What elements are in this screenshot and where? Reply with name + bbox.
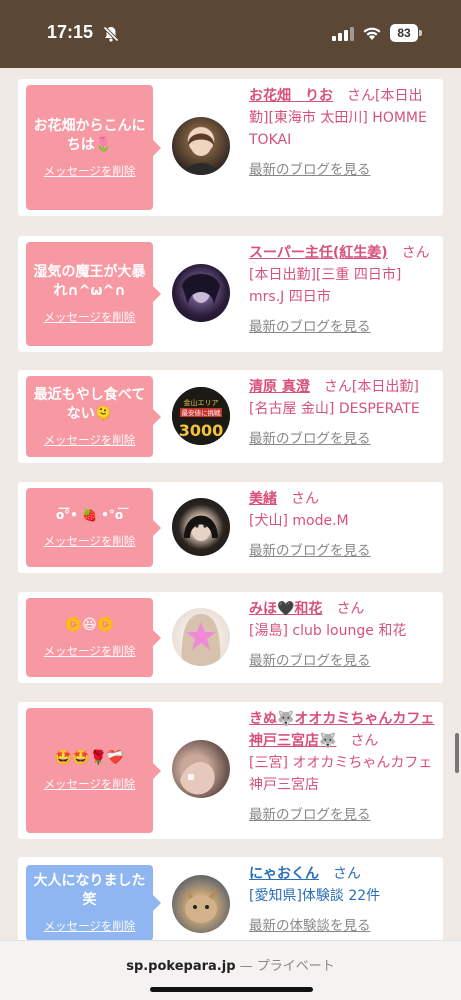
message-bubble: 湿気の魔王が大暴れ∩^ω^∩ メッセージを削除 bbox=[26, 242, 161, 346]
honorific: さん bbox=[336, 601, 365, 617]
home-indicator[interactable] bbox=[150, 987, 313, 992]
url-separator: — bbox=[235, 959, 257, 974]
delete-message-link[interactable]: メッセージを削除 bbox=[44, 776, 136, 792]
wifi-icon bbox=[363, 27, 381, 40]
girl-detail: [湯島] club lounge 和花 bbox=[249, 623, 407, 639]
avatar[interactable]: 金山エリア 最安値に挑戦 3000 bbox=[172, 387, 230, 445]
message-bubble: 🌼😆🌼 メッセージを削除 bbox=[26, 598, 161, 677]
avatar[interactable] bbox=[172, 498, 230, 556]
battery-icon: 83 bbox=[390, 24, 422, 42]
delete-message-link[interactable]: メッセージを削除 bbox=[44, 309, 136, 325]
girl-info: きぬ🐺オオカミちゃんカフェ神戸三宮店🐺 さん [三宮] オオカミちゃんカフェ神戸三… bbox=[249, 708, 435, 826]
girl-name-link[interactable]: スーパー主任(紅生姜) bbox=[249, 245, 388, 261]
svg-text:金山エリア: 金山エリア bbox=[184, 398, 219, 407]
delete-message-link[interactable]: メッセージを削除 bbox=[44, 643, 136, 659]
review-link[interactable]: 最新の体験談を見る bbox=[249, 915, 435, 937]
delete-message-link[interactable]: メッセージを削除 bbox=[44, 533, 136, 549]
girl-info: スーパー主任(紅生姜) さん [本日出勤][三重 四日市] mrs.J 四日市 最… bbox=[249, 242, 435, 338]
blog-link[interactable]: 最新のブログを見る bbox=[249, 804, 435, 826]
message-card: お花畑からこんにちは🌷 メッセージを削除 お花畑 りお さん[本日出勤][東海市… bbox=[18, 79, 443, 216]
message-card: o͞͞°• 🍓 •°o͞ メッセージを削除 美緒 さん [犬山] mode.M 最… bbox=[18, 482, 443, 573]
honorific: さん bbox=[291, 491, 319, 507]
message-text: 大人になりました笑 bbox=[33, 873, 146, 908]
user-detail: [愛知県]体験談 22件 bbox=[249, 888, 381, 904]
signal-icon bbox=[332, 27, 354, 41]
avatar[interactable] bbox=[172, 264, 230, 322]
blog-link[interactable]: 最新のブログを見る bbox=[249, 159, 435, 181]
avatar[interactable] bbox=[172, 875, 230, 933]
svg-text:3000: 3000 bbox=[179, 421, 224, 440]
delete-message-link[interactable]: メッセージを削除 bbox=[44, 918, 136, 934]
honorific: さん bbox=[401, 245, 430, 261]
message-bubble: 大人になりました笑 メッセージを削除 bbox=[26, 865, 161, 940]
avatar[interactable] bbox=[172, 117, 230, 175]
message-list[interactable]: お花畑からこんにちは🌷 メッセージを削除 お花畑 りお さん[本日出勤][東海市… bbox=[0, 68, 461, 940]
girl-name-link[interactable]: みほ🖤和花 bbox=[249, 601, 322, 617]
blog-link[interactable]: 最新のブログを見る bbox=[249, 540, 435, 562]
girl-detail: [三宮] オオカミちゃんカフェ神戸三宮店 bbox=[249, 755, 433, 793]
message-card: 大人になりました笑 メッセージを削除 にゃおくん さん [愛知県]体験談 22件 … bbox=[18, 857, 443, 940]
girl-info: お花畑 りお さん[本日出勤][東海市 太田川] HOMME TOKAI 最新の… bbox=[249, 85, 435, 181]
user-name-link[interactable]: にゃおくん bbox=[249, 866, 319, 882]
message-bubble: お花畑からこんにちは🌷 メッセージを削除 bbox=[26, 85, 161, 210]
message-text: o͞͞°• 🍓 •°o͞ bbox=[55, 508, 124, 522]
status-time: 17:15 bbox=[47, 22, 94, 42]
message-card: 🌼😆🌼 メッセージを削除 みほ🖤和花 さん [湯島] club lounge 和花… bbox=[18, 592, 443, 683]
girl-name-link[interactable]: 清原 真澄 bbox=[249, 379, 310, 395]
girl-detail: [本日出勤][三重 四日市] mrs.J 四日市 bbox=[249, 267, 402, 305]
avatar[interactable] bbox=[172, 740, 230, 798]
girl-info: 清原 真澄 さん[本日出勤][名古屋 金山] DESPERATE 最新のブログを… bbox=[249, 376, 435, 450]
message-text: 湿気の魔王が大暴れ∩^ω^∩ bbox=[33, 264, 146, 299]
message-bubble: 🤩🤩🌹❤️‍🩹 メッセージを削除 bbox=[26, 708, 161, 833]
message-card: 🤩🤩🌹❤️‍🩹 メッセージを削除 きぬ🐺オオカミちゃんカフェ神戸三宮店🐺 さん [… bbox=[18, 702, 443, 839]
bell-muted-icon bbox=[102, 25, 120, 43]
girl-detail: [犬山] mode.M bbox=[249, 513, 349, 529]
girl-info: 美緒 さん [犬山] mode.M 最新のブログを見る bbox=[249, 488, 435, 562]
girl-name-link[interactable]: お花畑 りお bbox=[249, 88, 333, 104]
message-card: 最近もやし食べてない🫠 メッセージを削除 金山エリア 最安値に挑戦 3000 清原 … bbox=[18, 370, 443, 463]
girl-info: みほ🖤和花 さん [湯島] club lounge 和花 最新のブログを見る bbox=[249, 598, 435, 672]
browser-bottom-bar: sp.pokepara.jp — プライベート bbox=[0, 940, 461, 1000]
honorific: さん bbox=[323, 379, 352, 395]
svg-text:最安値に挑戦: 最安値に挑戦 bbox=[182, 408, 222, 417]
honorific: さん bbox=[347, 88, 375, 104]
delete-message-link[interactable]: メッセージを削除 bbox=[44, 432, 136, 448]
url-bar[interactable]: sp.pokepara.jp — プライベート bbox=[0, 955, 461, 974]
message-text: 最近もやし食べてない🫠 bbox=[33, 386, 146, 422]
message-bubble: o͞͞°• 🍓 •°o͞ メッセージを削除 bbox=[26, 488, 161, 567]
message-text: お花畑からこんにちは🌷 bbox=[33, 117, 146, 153]
blog-link[interactable]: 最新のブログを見る bbox=[249, 428, 435, 450]
private-mode-label: プライベート bbox=[256, 959, 335, 974]
message-bubble: 最近もやし食べてない🫠 メッセージを削除 bbox=[26, 376, 161, 457]
blog-link[interactable]: 最新のブログを見る bbox=[249, 650, 435, 672]
girl-name-link[interactable]: きぬ🐺オオカミちゃんカフェ神戸三宮店🐺 bbox=[249, 711, 434, 749]
message-text: 🤩🤩🌹❤️‍🩹 bbox=[54, 750, 125, 766]
avatar[interactable] bbox=[172, 608, 230, 666]
message-text: 🌼😆🌼 bbox=[64, 617, 115, 633]
url-domain: sp.pokepara.jp bbox=[126, 959, 236, 974]
scrollbar[interactable] bbox=[455, 733, 459, 773]
blog-link[interactable]: 最新のブログを見る bbox=[249, 316, 435, 338]
honorific: さん bbox=[333, 866, 361, 882]
delete-message-link[interactable]: メッセージを削除 bbox=[44, 163, 136, 179]
battery-level: 83 bbox=[390, 24, 418, 42]
honorific: さん bbox=[350, 733, 379, 749]
girl-name-link[interactable]: 美緒 bbox=[249, 491, 277, 507]
status-bar: 17:15 83 bbox=[0, 0, 461, 68]
girl-info: にゃおくん さん [愛知県]体験談 22件 最新の体験談を見る bbox=[249, 863, 435, 937]
message-card: 湿気の魔王が大暴れ∩^ω^∩ メッセージを削除 スーパー主任(紅生姜) さん [本… bbox=[18, 236, 443, 352]
